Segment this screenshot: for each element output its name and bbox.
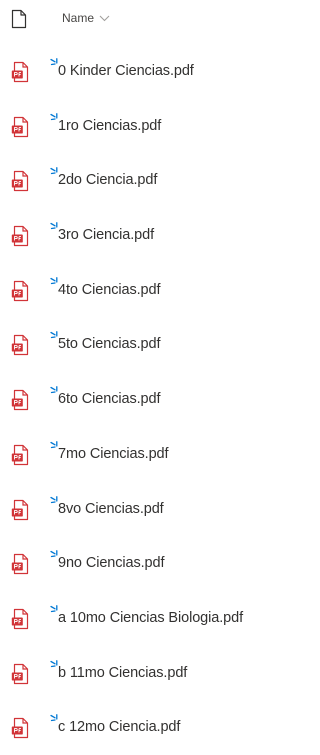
file-row[interactable]: 5to Ciencias.pdf	[0, 317, 287, 372]
pdf-file-icon	[11, 444, 29, 465]
pdf-file-icon	[11, 116, 29, 137]
file-row[interactable]: 6to Ciencias.pdf	[0, 372, 287, 427]
file-list: 0 Kinder Ciencias.pdf 1ro Ciencias.pdf 2do…	[0, 44, 287, 755]
file-row[interactable]: 8vo Ciencias.pdf	[0, 482, 287, 537]
file-name-link[interactable]: a 10mo Ciencias Biologia.pdf	[58, 610, 243, 626]
pdf-file-icon	[11, 225, 29, 247]
pdf-file-icon	[11, 499, 29, 520]
file-row[interactable]: 1ro Ciencias.pdf	[0, 99, 287, 154]
pdf-file-icon	[11, 608, 29, 629]
file-row[interactable]: 2do Ciencia.pdf	[0, 153, 287, 208]
file-row[interactable]: 7mo Ciencias.pdf	[0, 427, 287, 482]
file-row[interactable]: c 12mo Ciencia.pdf	[0, 700, 287, 755]
file-name-link[interactable]: 7mo Ciencias.pdf	[58, 446, 169, 462]
file-name-link[interactable]: 0 Kinder Ciencias.pdf	[58, 63, 194, 79]
file-row[interactable]: b 11mo Ciencias.pdf	[0, 646, 287, 701]
pdf-file-icon	[11, 663, 29, 684]
pdf-file-icon	[11, 718, 29, 739]
file-name-link[interactable]: 5to Ciencias.pdf	[58, 336, 160, 352]
pdf-file-icon	[11, 554, 29, 575]
file-name-link[interactable]: 4to Ciencias.pdf	[58, 282, 160, 298]
file-name-link[interactable]: 1ro Ciencias.pdf	[58, 118, 161, 134]
chevron-down-icon[interactable]	[99, 15, 110, 22]
file-row[interactable]: 4to Ciencias.pdf	[0, 263, 287, 318]
name-column-label: Name	[62, 11, 95, 25]
column-header-row: Name	[0, 0, 287, 40]
file-row[interactable]: 0 Kinder Ciencias.pdf	[0, 44, 287, 99]
file-name-link[interactable]: 9no Ciencias.pdf	[58, 555, 165, 571]
pdf-file-icon	[11, 335, 29, 356]
pdf-file-icon	[11, 390, 29, 411]
file-name-link[interactable]: 3ro Ciencia.pdf	[58, 227, 154, 243]
document-icon	[11, 9, 27, 29]
file-name-link[interactable]: 2do Ciencia.pdf	[58, 172, 157, 188]
file-row[interactable]: a 10mo Ciencias Biologia.pdf	[0, 591, 287, 646]
file-row[interactable]: 3ro Ciencia.pdf	[0, 208, 287, 263]
file-name-link[interactable]: 8vo Ciencias.pdf	[58, 501, 164, 517]
file-name-link[interactable]: b 11mo Ciencias.pdf	[58, 665, 187, 681]
name-column-header[interactable]: Name	[62, 11, 110, 25]
file-name-link[interactable]: 6to Ciencias.pdf	[58, 391, 160, 407]
file-name-link[interactable]: c 12mo Ciencia.pdf	[58, 719, 180, 735]
pdf-file-icon	[11, 280, 29, 301]
pdf-file-icon	[11, 171, 29, 192]
pdf-file-icon	[11, 61, 29, 83]
file-row[interactable]: 9no Ciencias.pdf	[0, 536, 287, 591]
